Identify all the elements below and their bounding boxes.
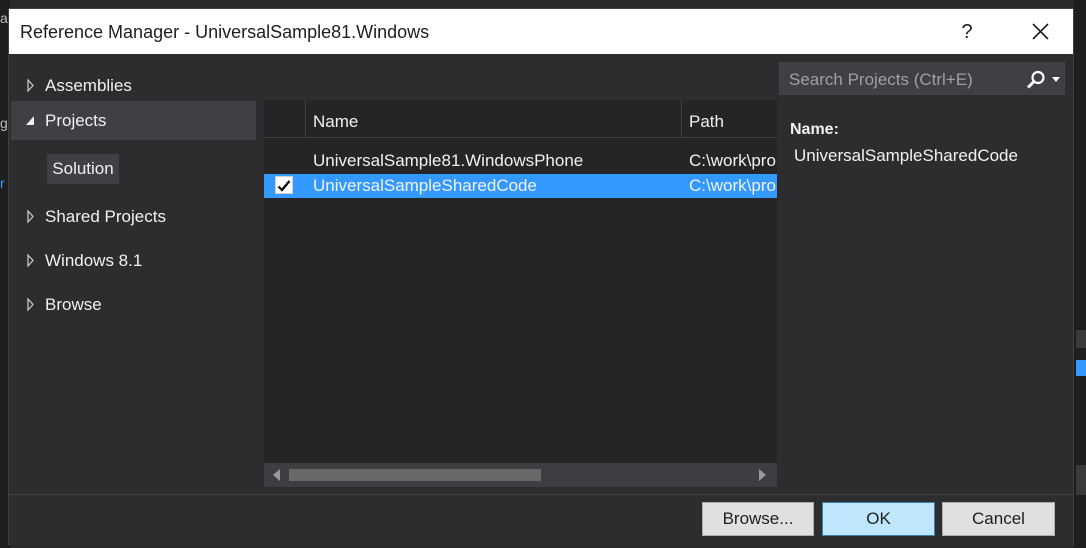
reference-manager-dialog: Reference Manager - UniversalSample81.Wi… [8,8,1074,545]
row-path: C:\work\pro [689,176,776,195]
browse-button[interactable]: Browse... [702,502,814,536]
details-name-label: Name: [790,121,839,138]
expand-arrow-icon [27,78,34,93]
table-row[interactable]: UniversalSample81.WindowsPhone C:\work\p… [264,149,777,173]
background-ide-right [1074,0,1086,548]
nav-item-browse[interactable]: Browse [11,285,256,324]
row-checkbox[interactable] [275,176,293,194]
dropdown-icon[interactable] [1052,77,1060,82]
scroll-left-icon[interactable] [273,469,281,481]
scroll-right-icon[interactable] [758,469,766,481]
dialog-title: Reference Manager - UniversalSample81.Wi… [20,22,430,42]
scrollbar-thumb[interactable] [289,469,541,481]
title-bar: Reference Manager - UniversalSample81.Wi… [9,9,1073,54]
row-path: C:\work\pro [689,151,776,170]
checkmark-icon [277,180,291,192]
nav-item-label: Projects [45,111,107,130]
row-name: UniversalSample81.WindowsPhone [313,151,584,170]
cancel-button[interactable]: Cancel [942,502,1055,536]
category-nav: Assemblies Projects Solution Shared Proj… [9,54,257,494]
nav-item-shared-projects[interactable]: Shared Projects [11,197,256,236]
background-glyph: g [0,115,8,131]
background-glyph: a [0,10,8,26]
nav-item-label: Assemblies [45,76,132,95]
close-button[interactable] [1015,17,1065,47]
column-header-path[interactable]: Path [682,100,777,137]
column-header-check[interactable] [264,100,306,137]
nav-item-label: Windows 8.1 [45,251,143,270]
dialog-footer: Browse... OK Cancel [9,494,1073,545]
column-header-name[interactable]: Name [306,100,682,137]
expand-arrow-icon [27,253,34,268]
search-input[interactable]: Search Projects (Ctrl+E) [789,63,973,96]
background-glyph: r [0,175,5,191]
grid-header: Name Path [264,100,777,138]
row-name: UniversalSampleSharedCode [313,176,537,195]
close-icon [1032,23,1049,40]
horizontal-scrollbar[interactable] [264,463,777,487]
expand-arrow-icon [27,297,34,312]
search-icon[interactable] [1026,70,1046,90]
table-row[interactable]: UniversalSampleSharedCode C:\work\pro [264,174,777,198]
collapse-arrow-icon [26,116,34,125]
nav-item-projects[interactable]: Projects [11,101,256,140]
nav-item-label: Shared Projects [45,207,166,226]
ok-button[interactable]: OK [822,502,935,536]
nav-item-assemblies[interactable]: Assemblies [11,66,256,105]
nav-item-label: Browse [45,295,102,314]
projects-grid: Name Path UniversalSample81.WindowsPhone… [264,100,777,487]
nav-item-windows-8-1[interactable]: Windows 8.1 [11,241,256,280]
details-name-value: UniversalSampleSharedCode [794,146,1018,165]
expand-arrow-icon [27,209,34,224]
search-box[interactable]: Search Projects (Ctrl+E) [779,62,1065,95]
help-button[interactable]: ? [943,17,991,47]
nav-item-solution[interactable]: Solution [47,154,119,184]
